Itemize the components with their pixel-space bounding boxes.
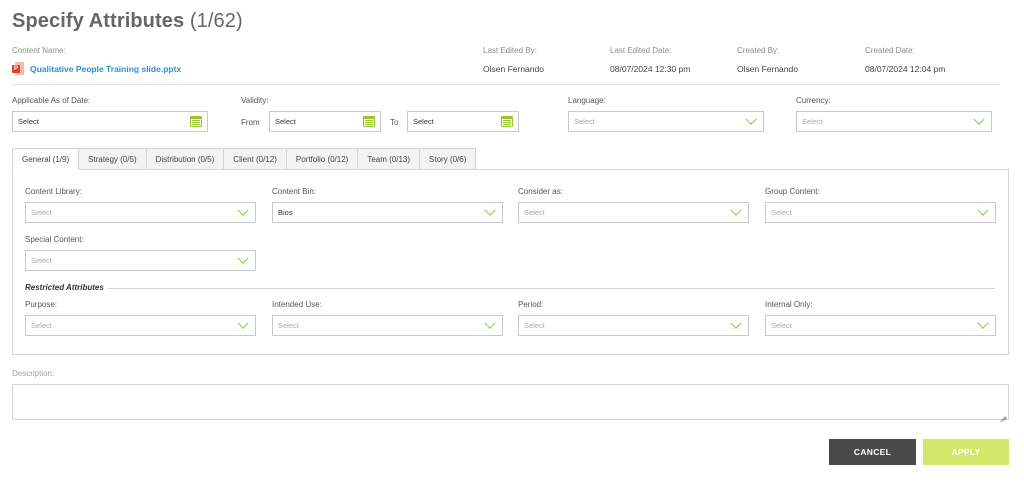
- tab-team[interactable]: Team (0/13): [358, 148, 421, 170]
- validity-from-value: Select: [275, 117, 296, 126]
- content-bin-label: Content Bin:: [272, 187, 317, 196]
- language-placeholder: Select: [574, 117, 595, 126]
- internal-only-select[interactable]: Select: [765, 315, 996, 336]
- content-name-link[interactable]: P Qualitative People Training slide.pptx: [12, 62, 181, 76]
- last-edited-by-label: Last Edited By:: [483, 46, 537, 55]
- period-label: Period:: [518, 300, 544, 309]
- page-title-count: (1/62): [189, 10, 243, 32]
- chevron-down-icon: [977, 204, 989, 216]
- chevron-down-icon: [745, 113, 757, 125]
- created-by-label: Created By:: [737, 46, 780, 55]
- applicable-date-label: Applicable As of Date:: [12, 96, 91, 105]
- purpose-label: Purpose:: [25, 300, 58, 309]
- created-by-value: Olsen Fernando: [737, 64, 798, 74]
- calendar-icon[interactable]: [501, 116, 513, 127]
- intended-use-placeholder: Select: [278, 321, 299, 330]
- last-edited-date-label: Last Edited Date:: [610, 46, 672, 55]
- period-placeholder: Select: [524, 321, 545, 330]
- period-select[interactable]: Select: [518, 315, 749, 336]
- content-library-select[interactable]: Select: [25, 202, 256, 223]
- validity-label: Validity:: [241, 96, 269, 105]
- calendar-icon[interactable]: [363, 116, 375, 127]
- chevron-down-icon: [730, 317, 742, 329]
- applicable-date-input[interactable]: Select: [12, 111, 208, 132]
- tab-distribution[interactable]: Distribution (0/5): [146, 148, 225, 170]
- group-content-placeholder: Select: [771, 208, 792, 217]
- calendar-icon[interactable]: [190, 116, 202, 127]
- validity-to-input[interactable]: Select: [407, 111, 519, 132]
- chevron-down-icon: [730, 204, 742, 216]
- attribute-tabs: General (1/9) Strategy (0/5) Distributio…: [12, 148, 477, 170]
- content-bin-value: Bios: [278, 208, 293, 217]
- chevron-down-icon: [237, 317, 249, 329]
- validity-from-label: From: [241, 118, 260, 127]
- resize-handle-icon[interactable]: [1000, 411, 1006, 417]
- last-edited-by-value: Olsen Fernando: [483, 64, 544, 74]
- page-title: Specify Attributes (1/62): [12, 10, 243, 33]
- tab-client[interactable]: Client (0/12): [224, 148, 287, 170]
- tab-strategy[interactable]: Strategy (0/5): [79, 148, 147, 170]
- tab-story[interactable]: Story (0/6): [420, 148, 477, 170]
- special-content-placeholder: Select: [31, 256, 52, 265]
- chevron-down-icon: [973, 113, 985, 125]
- content-bin-select[interactable]: Bios: [272, 202, 503, 223]
- last-edited-date-value: 08/07/2024 12:30 pm: [610, 64, 691, 74]
- internal-only-placeholder: Select: [771, 321, 792, 330]
- intended-use-select[interactable]: Select: [272, 315, 503, 336]
- restricted-divider: [25, 288, 995, 289]
- cancel-button[interactable]: CANCEL: [829, 439, 916, 465]
- internal-only-label: Internal Only:: [765, 300, 813, 309]
- currency-select[interactable]: Select: [796, 111, 992, 132]
- content-name[interactable]: Qualitative People Training slide.pptx: [30, 64, 181, 74]
- special-content-label: Special Content:: [25, 235, 84, 244]
- powerpoint-file-icon: P: [12, 62, 24, 76]
- tab-portfolio[interactable]: Portfolio (0/12): [286, 148, 359, 170]
- purpose-select[interactable]: Select: [25, 315, 256, 336]
- created-date-label: Created Date:: [865, 46, 915, 55]
- chevron-down-icon: [484, 317, 496, 329]
- description-label: Description:: [12, 369, 55, 378]
- content-library-placeholder: Select: [31, 208, 52, 217]
- group-content-select[interactable]: Select: [765, 202, 996, 223]
- consider-as-placeholder: Select: [524, 208, 545, 217]
- validity-to-value: Select: [413, 117, 434, 126]
- chevron-down-icon: [977, 317, 989, 329]
- consider-as-select[interactable]: Select: [518, 202, 749, 223]
- header-divider: [12, 84, 1000, 85]
- intended-use-label: Intended Use:: [272, 300, 322, 309]
- restricted-attributes-title: Restricted Attributes: [25, 283, 108, 292]
- currency-placeholder: Select: [802, 117, 823, 126]
- special-content-select[interactable]: Select: [25, 250, 256, 271]
- apply-button[interactable]: APPLY: [923, 439, 1009, 465]
- language-label: Language:: [568, 96, 606, 105]
- powerpoint-badge: P: [12, 65, 20, 73]
- content-library-label: Content Library:: [25, 187, 82, 196]
- applicable-date-value: Select: [18, 117, 39, 126]
- group-content-label: Group Content:: [765, 187, 820, 196]
- chevron-down-icon: [237, 204, 249, 216]
- page-title-text: Specify Attributes: [12, 10, 185, 32]
- consider-as-label: Consider as:: [518, 187, 563, 196]
- language-select[interactable]: Select: [568, 111, 764, 132]
- purpose-placeholder: Select: [31, 321, 52, 330]
- chevron-down-icon: [484, 204, 496, 216]
- chevron-down-icon: [237, 252, 249, 264]
- tab-general[interactable]: General (1/9): [12, 148, 80, 170]
- currency-label: Currency:: [796, 96, 831, 105]
- validity-from-input[interactable]: Select: [269, 111, 381, 132]
- validity-to-label: To: [390, 118, 399, 127]
- created-date-value: 08/07/2024 12:04 pm: [865, 64, 946, 74]
- content-name-label: Content Name:: [12, 46, 66, 55]
- description-textarea[interactable]: [12, 384, 1009, 420]
